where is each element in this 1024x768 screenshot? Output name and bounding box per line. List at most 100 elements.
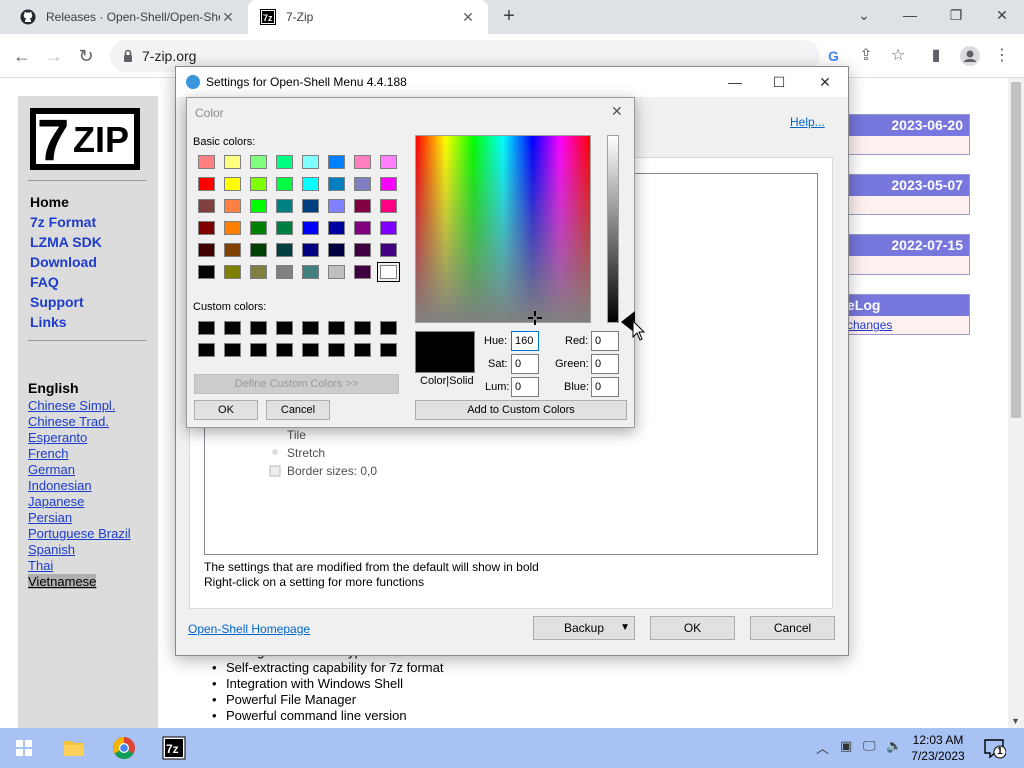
side-panel-icon[interactable]: ▮ xyxy=(922,42,950,70)
notifications-icon[interactable]: 1 xyxy=(982,736,1007,760)
basic-color-swatch[interactable] xyxy=(380,177,397,191)
tab-search-icon[interactable]: ⌄ xyxy=(850,4,878,26)
crosshair-icon[interactable] xyxy=(528,311,542,325)
lang-persian[interactable]: Persian xyxy=(28,510,72,525)
custom-color-swatch[interactable] xyxy=(302,321,319,335)
basic-color-swatch[interactable] xyxy=(354,199,371,213)
basic-color-swatch[interactable] xyxy=(302,265,319,279)
menu-icon[interactable]: ⋮ xyxy=(988,42,1016,70)
basic-color-swatch[interactable] xyxy=(302,199,319,213)
custom-color-swatch[interactable] xyxy=(354,343,371,357)
setting-border-sizes[interactable]: Border sizes: 0,0 xyxy=(287,464,377,478)
custom-color-swatch[interactable] xyxy=(250,321,267,335)
nav-support[interactable]: Support xyxy=(30,294,84,310)
volume-muted-icon[interactable]: 🔈 xyxy=(886,738,902,754)
basic-color-swatch[interactable] xyxy=(328,221,345,235)
add-to-custom-colors-button[interactable]: Add to Custom Colors xyxy=(415,400,627,420)
custom-color-swatch[interactable] xyxy=(250,343,267,357)
basic-color-swatch[interactable] xyxy=(377,262,400,282)
settings-titlebar[interactable]: Settings for Open-Shell Menu 4.4.188 — ☐… xyxy=(176,67,848,97)
nav-7z-format[interactable]: 7z Format xyxy=(30,214,96,230)
7zip-taskbar-icon[interactable]: 7z xyxy=(154,732,194,764)
basic-color-swatch[interactable] xyxy=(250,199,267,213)
lang-thai[interactable]: Thai xyxy=(28,558,53,573)
sat-field[interactable] xyxy=(511,354,539,374)
basic-color-swatch[interactable] xyxy=(224,243,241,257)
basic-color-swatch[interactable] xyxy=(276,199,293,213)
custom-color-swatch[interactable] xyxy=(328,343,345,357)
luminosity-bar[interactable] xyxy=(607,135,619,323)
lock-icon[interactable] xyxy=(120,48,136,64)
basic-color-swatch[interactable] xyxy=(380,155,397,169)
nav-home[interactable]: Home xyxy=(30,194,69,210)
device-icon[interactable]: ▣ xyxy=(840,738,852,754)
network-icon[interactable]: 🖵 xyxy=(863,738,876,754)
color-spectrum[interactable] xyxy=(415,135,591,323)
basic-color-swatch[interactable] xyxy=(328,243,345,257)
ok-button[interactable]: OK xyxy=(194,400,258,420)
lang-japanese[interactable]: Japanese xyxy=(28,494,84,509)
custom-color-swatch[interactable] xyxy=(328,321,345,335)
red-field[interactable] xyxy=(591,331,619,351)
basic-color-swatch[interactable] xyxy=(276,177,293,191)
basic-color-swatch[interactable] xyxy=(276,155,293,169)
basic-color-swatch[interactable] xyxy=(328,199,345,213)
basic-color-swatch[interactable] xyxy=(328,177,345,191)
scrollbar-thumb[interactable] xyxy=(1011,82,1021,418)
setting-stretch[interactable]: Stretch xyxy=(287,446,325,460)
profile-icon[interactable] xyxy=(956,42,984,70)
start-windows-icon[interactable] xyxy=(4,732,44,764)
chevron-up-icon[interactable]: ︿ xyxy=(816,738,829,757)
7zip-logo[interactable]: 7 ZIP xyxy=(30,108,140,173)
green-field[interactable] xyxy=(591,354,619,374)
custom-color-swatch[interactable] xyxy=(276,343,293,357)
define-custom-colors-button[interactable]: Define Custom Colors >> xyxy=(194,374,399,394)
file-explorer-icon[interactable] xyxy=(54,732,94,764)
basic-color-swatch[interactable] xyxy=(380,221,397,235)
basic-color-swatch[interactable] xyxy=(354,177,371,191)
changelog-link[interactable]: changes xyxy=(847,316,969,334)
basic-color-swatch[interactable] xyxy=(354,221,371,235)
basic-color-swatch[interactable] xyxy=(224,155,241,169)
ok-button[interactable]: OK xyxy=(650,616,735,640)
dropdown-arrow-icon[interactable]: ▼ xyxy=(620,617,630,639)
help-link[interactable]: Help... xyxy=(790,115,825,129)
custom-color-swatch[interactable] xyxy=(302,343,319,357)
basic-color-swatch[interactable] xyxy=(224,265,241,279)
basic-color-swatch[interactable] xyxy=(198,265,215,279)
basic-color-swatch[interactable] xyxy=(198,243,215,257)
basic-color-swatch[interactable] xyxy=(302,221,319,235)
lang-esperanto[interactable]: Esperanto xyxy=(28,430,87,445)
reload-icon[interactable]: ↻ xyxy=(72,42,100,70)
setting-tile[interactable]: Tile xyxy=(287,428,306,442)
lang-indonesian[interactable]: Indonesian xyxy=(28,478,92,493)
basic-color-swatch[interactable] xyxy=(354,265,371,279)
basic-color-swatch[interactable] xyxy=(328,155,345,169)
scroll-down-icon[interactable]: ▼ xyxy=(1011,716,1020,726)
nav-faq[interactable]: FAQ xyxy=(30,274,59,290)
back-icon[interactable]: ← xyxy=(8,42,36,70)
basic-color-swatch[interactable] xyxy=(302,155,319,169)
chrome-icon[interactable] xyxy=(104,732,144,764)
minimize-icon[interactable]: — xyxy=(720,71,750,93)
page-scrollbar[interactable]: ▼ xyxy=(1008,78,1024,728)
nav-links[interactable]: Links xyxy=(30,314,67,330)
lang-spanish[interactable]: Spanish xyxy=(28,542,75,557)
basic-color-swatch[interactable] xyxy=(250,221,267,235)
basic-color-swatch[interactable] xyxy=(302,177,319,191)
basic-color-swatch[interactable] xyxy=(380,199,397,213)
restore-icon[interactable]: ❐ xyxy=(942,4,970,26)
lang-german[interactable]: German xyxy=(28,462,75,477)
bookmark-star-icon[interactable]: ☆ xyxy=(884,42,912,70)
basic-color-swatch[interactable] xyxy=(276,265,293,279)
tab-releases[interactable]: Releases · Open-Shell/Open-Shell ✕ xyxy=(8,0,248,34)
basic-color-swatch[interactable] xyxy=(198,177,215,191)
basic-color-swatch[interactable] xyxy=(276,221,293,235)
close-tab-icon[interactable]: ✕ xyxy=(460,9,476,25)
lang-vietnamese[interactable]: Vietnamese xyxy=(28,574,97,589)
basic-color-swatch[interactable] xyxy=(198,155,215,169)
cancel-button[interactable]: Cancel xyxy=(750,616,835,640)
custom-color-swatch[interactable] xyxy=(224,321,241,335)
basic-color-swatch[interactable] xyxy=(302,243,319,257)
close-window-icon[interactable]: ✕ xyxy=(988,4,1016,26)
